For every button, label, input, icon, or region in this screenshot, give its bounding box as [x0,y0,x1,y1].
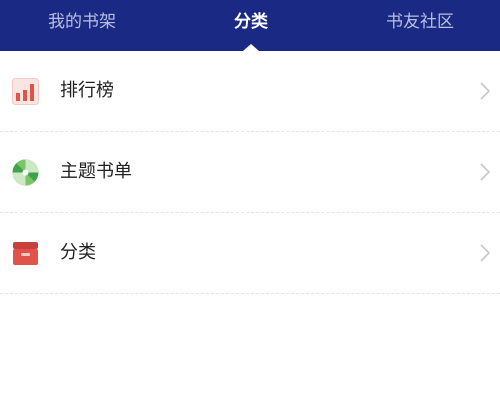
list-item-label: 主题书单 [60,161,132,182]
bar-chart-icon [12,78,39,105]
list-item-label: 分类 [60,242,96,263]
category-menu-list: 排行榜 主题书单 分类 [0,51,500,294]
list-item-ranking[interactable]: 排行榜 [0,51,500,132]
chevron-right-icon [480,82,490,100]
box-icon [13,242,38,265]
tab-my-bookshelf[interactable]: 我的书架 [30,0,134,51]
top-nav-bar: 我的书架 分类 书友社区 [0,0,500,51]
chevron-right-icon [480,163,490,181]
tab-book-community[interactable]: 书友社区 [368,0,472,51]
active-tab-indicator [243,44,259,51]
list-item-label: 排行榜 [60,80,114,101]
list-item-theme-booklist[interactable]: 主题书单 [0,132,500,213]
list-item-category[interactable]: 分类 [0,213,500,294]
candy-swirl-icon [12,159,39,186]
chevron-right-icon [480,244,490,262]
